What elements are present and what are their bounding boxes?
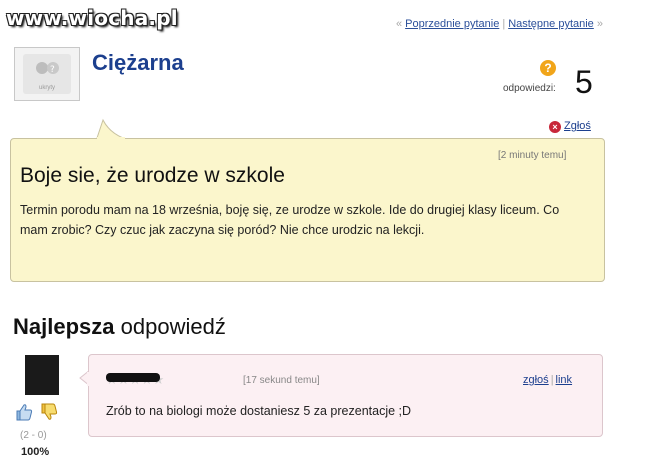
best-answer-heading: Najlepsza odpowiedź <box>13 314 226 340</box>
question-author-name[interactable]: Ciężarna <box>92 50 184 76</box>
redacted-author-name <box>106 373 160 382</box>
question-body: Termin porodu mam na 18 września, boję s… <box>20 203 560 237</box>
x-circle-icon: × <box>549 121 561 133</box>
next-question-link[interactable]: Następne pytanie <box>508 18 594 30</box>
best-answer-heading-bold: Najlepsza <box>13 314 115 339</box>
answer-permalink[interactable]: link <box>556 374 573 386</box>
tail-joint <box>97 137 125 140</box>
svg-text:?: ? <box>50 65 55 75</box>
chevron-right-icon: » <box>596 18 603 30</box>
question-author-avatar[interactable]: ? ukryty <box>14 47 80 101</box>
answers-count: 5 <box>575 64 593 100</box>
question-navigation: « Poprzednie pytanie | Następne pytanie » <box>396 18 603 30</box>
answer-tail-joint <box>87 372 90 386</box>
prev-question-link[interactable]: Poprzednie pytanie <box>405 18 499 30</box>
best-answer-heading-rest: odpowiedź <box>120 314 226 339</box>
vote-tally: (2 - 0) <box>20 430 47 441</box>
thumb-down-icon[interactable] <box>39 402 59 422</box>
thumb-up-icon[interactable] <box>14 402 34 422</box>
nav-separator: | <box>502 18 506 30</box>
answer-actions: zgłoś | link <box>523 374 572 386</box>
question-title: Boje sie, że urodze w szkole <box>20 164 285 187</box>
answers-count-label: odpowiedzi: <box>503 83 556 94</box>
approval-percent: 100% <box>21 446 50 458</box>
actions-separator: | <box>550 374 554 386</box>
report-question: × Zgłoś <box>549 120 591 133</box>
watermark-logo: www.wiocha.pl <box>6 6 178 30</box>
placeholder-avatar-icon: ? ukryty <box>23 54 71 94</box>
answer-timestamp: [17 sekund temu] <box>243 375 320 386</box>
answer-author-avatar[interactable] <box>25 355 59 395</box>
answer-box <box>88 354 603 437</box>
report-question-link[interactable]: Zgłoś <box>564 120 591 132</box>
answer-body: Zrób to na biologi może dostaniesz 5 za … <box>106 404 412 418</box>
avatar-caption: ukryty <box>38 85 55 91</box>
question-mark-icon: ? <box>540 60 556 76</box>
report-answer-link[interactable]: zgłoś <box>523 374 549 386</box>
question-timestamp: [2 minuty temu] <box>498 150 567 161</box>
chevron-left-icon: « <box>395 18 403 30</box>
